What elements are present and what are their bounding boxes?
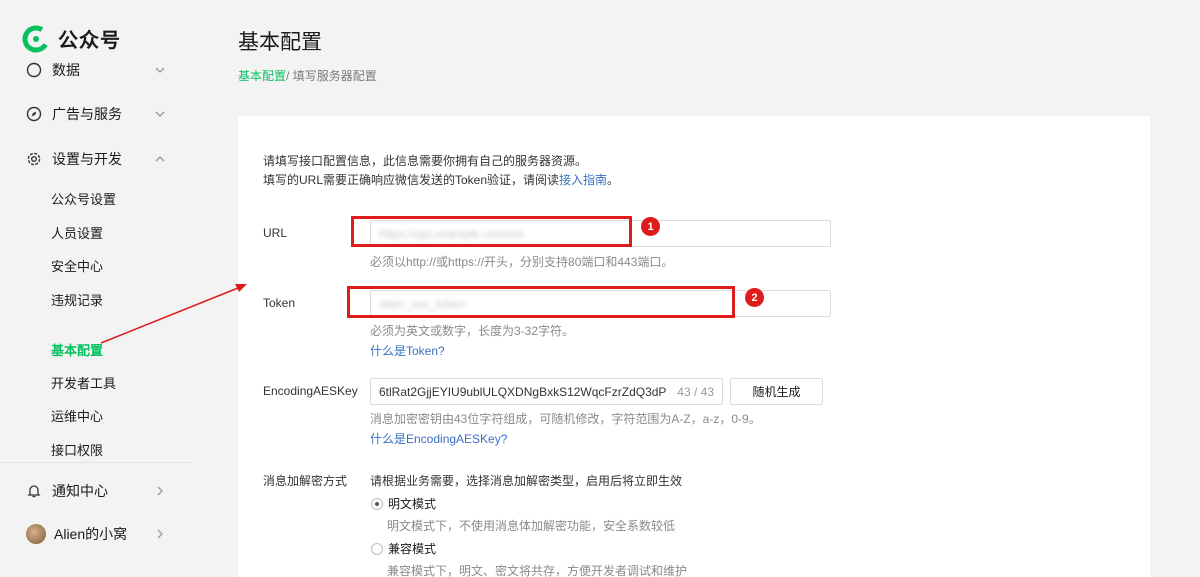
data-icon	[26, 62, 42, 78]
token-label: Token	[263, 296, 296, 310]
intro-line-2-text: 填写的URL需要正确响应微信发送的Token验证，请阅读	[263, 173, 560, 187]
breadcrumb: 基本配置/ 填写服务器配置	[238, 67, 377, 84]
aes-key-hint: 消息加密密钥由43位字符组成，可随机修改，字符范围为A-Z，a-z，0-9。	[370, 412, 761, 426]
radio-label: 明文模式	[388, 497, 437, 511]
compatible-mode-desc: 兼容模式下，明文、密文将共存，方便开发者调试和维护	[387, 564, 688, 577]
sidebar-item-label: 数据	[52, 62, 80, 78]
intro-line-2-suffix: 。	[607, 173, 620, 187]
sidebar-subitem-staff-settings[interactable]: 人员设置	[51, 223, 103, 242]
sidebar-subitem-basic-config[interactable]: 基本配置	[51, 340, 103, 359]
page-title: 基本配置	[238, 31, 322, 54]
chevron-up-icon	[155, 156, 165, 162]
what-is-token-link[interactable]: 什么是Token?	[370, 342, 445, 359]
sidebar-item-label: 广告与服务	[52, 106, 122, 122]
radio-compatible-mode[interactable]: 兼容模式	[371, 540, 436, 557]
chevron-right-icon	[157, 529, 163, 539]
aes-key-value: 6tlRat2GjjEYIU9ublULQXDNgBxkS12WqcFzrZdQ…	[379, 384, 667, 399]
url-hint: 必须以http://或https://开头，分别支持80端口和443端口。	[370, 255, 674, 269]
aes-key-input[interactable]: 6tlRat2GjjEYIU9ublULQXDNgBxkS12WqcFzrZdQ…	[370, 378, 723, 405]
compass-icon	[26, 106, 42, 122]
sidebar-subitem-violation-records[interactable]: 违规记录	[51, 290, 103, 309]
url-label: URL	[263, 226, 288, 240]
annotation-box-token	[347, 286, 735, 318]
encrypt-mode-desc: 请根据业务需要，选择消息加解密类型，启用后将立即生效	[370, 474, 683, 488]
sidebar-item-notifications[interactable]: 通知中心	[26, 481, 166, 501]
radio-unchecked-icon	[371, 542, 383, 555]
breadcrumb-current: 填写服务器配置	[292, 69, 377, 83]
chevron-right-icon	[157, 486, 163, 496]
server-config-card: 请填写接口配置信息，此信息需要你拥有自己的服务器资源。 填写的URL需要正确响应…	[238, 116, 1150, 577]
bell-icon	[26, 483, 42, 499]
what-is-aes-key-link[interactable]: 什么是EncodingAESKey?	[370, 430, 507, 447]
sidebar-subitem-security-center[interactable]: 安全中心	[51, 256, 103, 275]
sidebar-subitem-account-settings[interactable]: 公众号设置	[51, 189, 116, 208]
sidebar-divider	[0, 462, 192, 463]
access-guide-link[interactable]: 接入指南	[559, 173, 607, 187]
token-hint: 必须为英文或数字，长度为3-32字符。	[370, 324, 575, 338]
annotation-box-url	[351, 216, 632, 247]
breadcrumb-parent[interactable]: 基本配置	[238, 69, 286, 83]
sidebar-subitem-developer-tools[interactable]: 开发者工具	[51, 373, 116, 392]
sidebar-item-ads[interactable]: 广告与服务	[26, 104, 166, 124]
wechat-mp-logo-icon	[22, 25, 50, 52]
sidebar-partial-item[interactable]: 数据	[0, 56, 192, 82]
radio-checked-icon	[371, 497, 383, 510]
random-generate-button[interactable]: 随机生成	[730, 378, 823, 405]
annotation-badge-2: 2	[745, 288, 764, 307]
radio-plaintext-mode[interactable]: 明文模式	[371, 495, 436, 512]
chevron-down-icon	[155, 111, 165, 117]
annotation-badge-1: 1	[641, 217, 660, 236]
intro-text: 请填写接口配置信息，此信息需要你拥有自己的服务器资源。 填写的URL需要正确响应…	[263, 152, 619, 190]
sidebar: 公众号 数据 广告与服务 设置与开发 公众号设置 人员设置 安全中心 违规记录 …	[0, 0, 192, 577]
app-logo[interactable]: 公众号	[22, 24, 121, 53]
app-name: 公众号	[58, 30, 121, 52]
sidebar-item-account[interactable]: Alien的小窝	[26, 524, 166, 544]
breadcrumb-separator: /	[286, 69, 293, 83]
aes-key-label: EncodingAESKey	[263, 384, 358, 398]
sidebar-item-label: 通知中心	[52, 483, 108, 499]
sidebar-item-label: 设置与开发	[52, 151, 122, 167]
plaintext-mode-desc: 明文模式下，不使用消息体加解密功能，安全系数较低	[387, 519, 676, 533]
avatar	[26, 524, 46, 544]
radio-label: 兼容模式	[388, 542, 437, 556]
aes-key-counter: 43 / 43	[677, 384, 714, 399]
account-name: Alien的小窝	[54, 526, 128, 542]
intro-line-1: 请填写接口配置信息，此信息需要你拥有自己的服务器资源。	[263, 154, 588, 168]
encrypt-mode-label: 消息加解密方式	[263, 474, 348, 488]
sidebar-item-settings[interactable]: 设置与开发	[26, 149, 166, 169]
sidebar-subitem-ops-center[interactable]: 运维中心	[51, 406, 103, 425]
gear-icon	[26, 151, 42, 167]
sidebar-subitem-api-permissions[interactable]: 接口权限	[51, 440, 103, 459]
intro-line-2: 填写的URL需要正确响应微信发送的Token验证，请阅读接入指南。	[263, 171, 619, 190]
chevron-down-icon	[155, 67, 165, 73]
